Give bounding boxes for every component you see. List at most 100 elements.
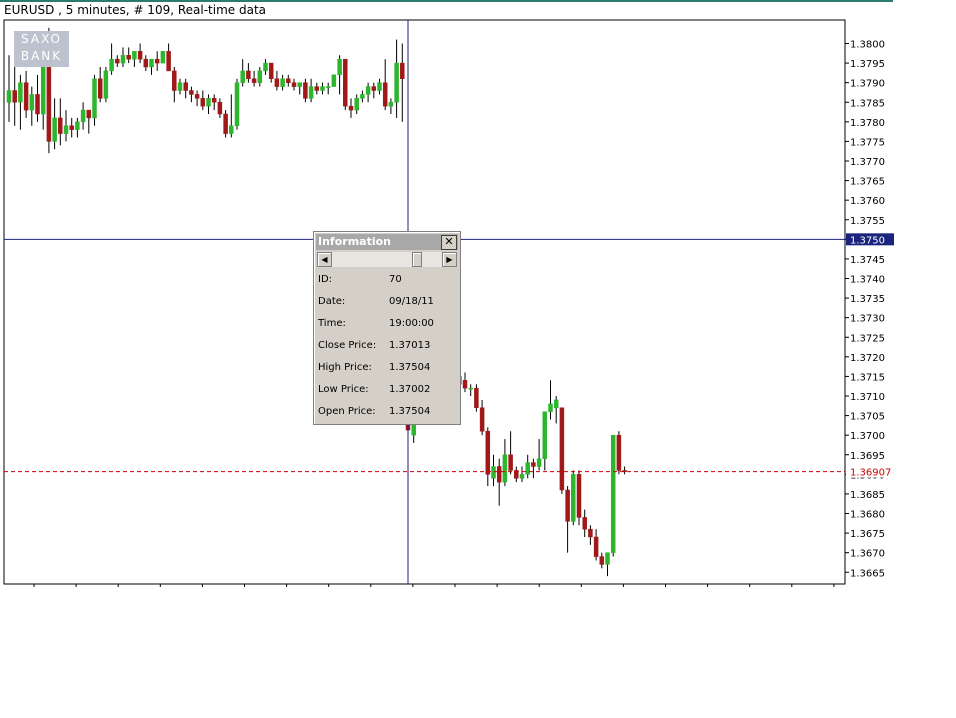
info-label: ID: xyxy=(318,274,333,285)
candle-body xyxy=(616,434,622,471)
scroll-thumb[interactable] xyxy=(412,252,422,267)
candle-body xyxy=(217,102,223,115)
candle-body xyxy=(593,536,599,557)
candle-body xyxy=(400,62,405,79)
candle-body xyxy=(137,51,143,60)
candle-body xyxy=(297,82,302,87)
y-tick-label: 1.3765 xyxy=(850,177,885,188)
candle xyxy=(365,82,371,103)
candle xyxy=(274,70,280,91)
candle-body xyxy=(143,58,149,68)
candle-body xyxy=(189,90,194,95)
information-panel-titlebar[interactable]: Information ✕ xyxy=(316,234,458,250)
candle xyxy=(531,458,536,479)
candle xyxy=(599,552,605,569)
candle-body xyxy=(149,58,154,68)
candle xyxy=(177,78,183,95)
candle-body xyxy=(109,58,114,72)
candle xyxy=(251,70,257,87)
candle xyxy=(331,74,337,87)
candle xyxy=(610,434,616,557)
candle-body xyxy=(343,58,348,107)
candle-body xyxy=(565,489,570,522)
logo-line1: SAXO xyxy=(21,32,62,46)
candle xyxy=(548,380,553,420)
candle-body xyxy=(531,462,536,467)
candle-body xyxy=(337,58,342,76)
candle-body xyxy=(97,78,103,99)
arrow-right-icon: ▶ xyxy=(446,255,453,264)
info-value: 1.37504 xyxy=(389,362,431,373)
candle xyxy=(348,98,354,118)
candle-body xyxy=(371,86,377,91)
candle xyxy=(280,74,285,91)
candle xyxy=(525,454,530,479)
candle-body xyxy=(120,55,126,64)
candle-body xyxy=(274,78,280,87)
candle-body xyxy=(177,82,183,91)
candle-body xyxy=(103,70,109,99)
candle xyxy=(234,78,240,130)
candlestick-chart[interactable]: 1.3800 1.3795 1.3790 1.3785 1.3780 1.3775 1.37… xyxy=(0,0,956,718)
candle xyxy=(582,509,587,537)
candle-body xyxy=(314,86,320,91)
info-value: 1.37002 xyxy=(389,384,431,395)
candle xyxy=(337,55,342,95)
crosshair-price-label: 1.3750 xyxy=(850,235,885,246)
candle-body xyxy=(58,117,63,134)
candle-body xyxy=(92,78,97,119)
scroll-right-button[interactable]: ▶ xyxy=(442,252,457,267)
candle xyxy=(137,43,143,64)
candle xyxy=(97,67,103,103)
y-tick-label: 1.3770 xyxy=(850,157,885,168)
information-panel-title: Information xyxy=(318,235,391,248)
candle xyxy=(314,82,320,95)
candle xyxy=(514,466,519,483)
candle-body xyxy=(86,109,92,119)
information-panel[interactable]: Information ✕ ◀ ▶ ID: 70 Date: 09/18/11 … xyxy=(313,231,461,425)
candle xyxy=(160,51,166,64)
close-button[interactable]: ✕ xyxy=(441,235,457,250)
candle xyxy=(605,552,610,577)
candle-body xyxy=(200,98,206,107)
scroll-track[interactable] xyxy=(332,252,442,267)
candle xyxy=(149,58,154,75)
scroll-left-button[interactable]: ◀ xyxy=(317,252,332,267)
candle-body xyxy=(462,380,468,389)
candle-body xyxy=(229,125,234,134)
candle-scrollbar[interactable]: ◀ ▶ xyxy=(317,252,457,267)
candle xyxy=(388,98,394,114)
candle xyxy=(194,90,200,107)
candle-body xyxy=(23,82,29,111)
candle-body xyxy=(491,466,496,479)
y-tick-label: 1.3700 xyxy=(850,431,885,442)
candle xyxy=(189,86,194,103)
candle xyxy=(200,90,206,111)
info-label: Low Price: xyxy=(318,384,369,395)
candle xyxy=(559,407,565,494)
close-icon: ✕ xyxy=(444,235,454,248)
candle-body xyxy=(29,94,35,111)
candle-body xyxy=(80,109,86,123)
candle xyxy=(63,110,69,142)
candle xyxy=(502,439,508,487)
y-tick-label: 1.3675 xyxy=(850,529,885,540)
y-tick-label: 1.3680 xyxy=(850,510,885,521)
candle xyxy=(377,78,382,95)
candle-body xyxy=(75,121,80,130)
candle xyxy=(536,439,542,471)
info-label: High Price: xyxy=(318,362,372,373)
candle xyxy=(154,51,160,71)
candle xyxy=(12,67,17,126)
arrow-left-icon: ◀ xyxy=(321,255,328,264)
candle xyxy=(588,525,593,545)
candle-body xyxy=(263,62,268,72)
candle-body xyxy=(354,98,359,111)
candle xyxy=(553,396,559,424)
candle-body xyxy=(160,51,166,64)
y-tick-label: 1.3740 xyxy=(850,275,885,286)
y-tick-label: 1.3775 xyxy=(850,137,885,148)
current-price-label: 1.36907 xyxy=(850,468,891,479)
candle xyxy=(571,470,576,526)
candle-body xyxy=(525,462,530,475)
